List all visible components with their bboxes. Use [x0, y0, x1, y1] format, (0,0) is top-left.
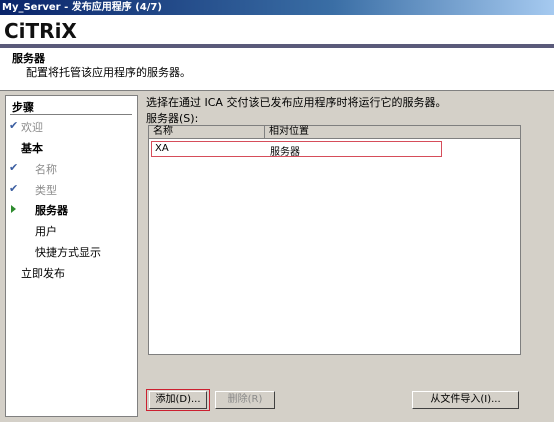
page-header: 服务器 配置将托管该应用程序的服务器。 — [0, 48, 554, 91]
column-header-name[interactable]: 名称 — [149, 126, 265, 139]
steps-divider — [10, 114, 132, 115]
server-name-cell: XA — [155, 143, 169, 154]
column-header-location[interactable]: 相对位置 — [265, 126, 520, 139]
check-icon: ✔ — [9, 182, 19, 195]
step-publish-now: 立即发布 — [21, 267, 65, 280]
server-location-cell: 服务器 — [270, 147, 300, 158]
step-users: 用户 — [35, 225, 57, 238]
remove-button[interactable]: 删除(R) — [215, 391, 275, 409]
table-row[interactable]: XA 服务器 — [151, 141, 442, 158]
window-title: My_Server - 发布应用程序 (4/7) — [2, 2, 162, 13]
page-subtitle: 配置将托管该应用程序的服务器。 — [26, 66, 191, 79]
brand-banner: CiTRiX — [0, 15, 554, 44]
citrix-logo: CiTRiX — [4, 19, 77, 43]
check-icon: ✔ — [9, 119, 19, 132]
servers-list[interactable]: 名称 相对位置 XA 服务器 — [148, 125, 521, 355]
add-button[interactable]: 添加(D)... — [149, 391, 207, 409]
step-welcome: 欢迎 — [21, 121, 43, 134]
column-header-location-label: 相对位置 — [269, 126, 309, 137]
steps-panel: 步骤 ✔ 欢迎 基本 ✔ 名称 ✔ 类型 服务器 用户 快捷方式显示 立即发布 — [5, 95, 138, 417]
step-shortcut-display: 快捷方式显示 — [35, 246, 101, 259]
step-basic: 基本 — [21, 142, 43, 155]
column-header-name-label: 名称 — [153, 126, 173, 137]
steps-title: 步骤 — [12, 101, 34, 114]
step-servers: 服务器 — [35, 204, 68, 217]
step-name: 名称 — [35, 163, 57, 176]
current-step-arrow-icon — [11, 205, 16, 213]
servers-list-label: 服务器(S): — [146, 112, 199, 125]
check-icon: ✔ — [9, 161, 19, 174]
step-type: 类型 — [35, 184, 57, 197]
import-from-file-button[interactable]: 从文件导入(I)... — [412, 391, 519, 409]
window-title-bar[interactable]: My_Server - 发布应用程序 (4/7) — [0, 0, 554, 15]
instruction-text: 选择在通过 ICA 交付该已发布应用程序时将运行它的服务器。 — [146, 96, 447, 109]
